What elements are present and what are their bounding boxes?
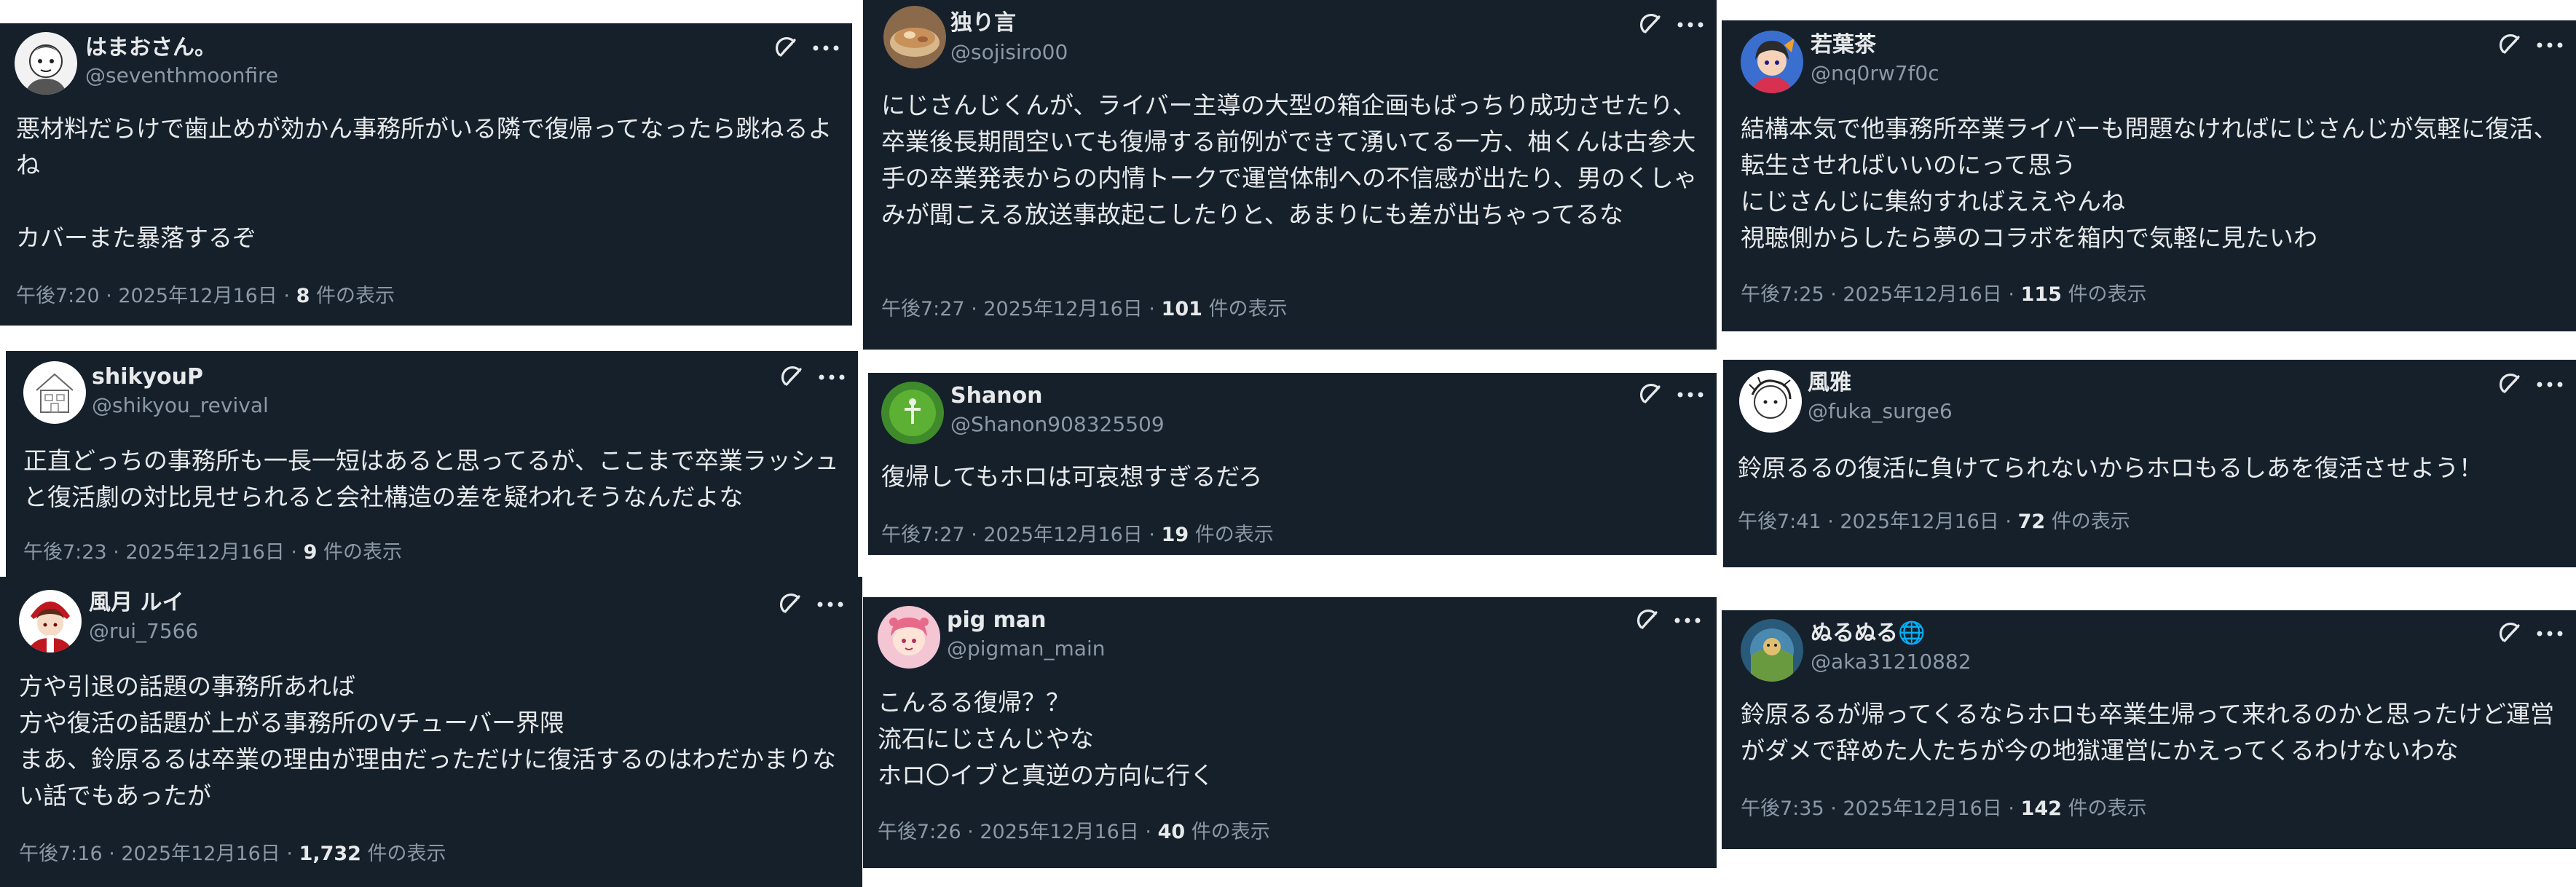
- more-options-icon[interactable]: [1671, 606, 1703, 635]
- more-options-icon[interactable]: [2534, 619, 2566, 648]
- timestamp[interactable]: 午後7:25 · 2025年12月16日 ·: [1741, 283, 2021, 306]
- more-options-icon[interactable]: [2534, 31, 2566, 60]
- timestamp[interactable]: 午後7:27 · 2025年12月16日 ·: [881, 524, 1162, 546]
- timestamp[interactable]: 午後7:27 · 2025年12月16日 ·: [881, 298, 1162, 320]
- display-name[interactable]: Shanon: [950, 383, 1043, 409]
- display-name[interactable]: 若葉茶: [1811, 32, 1876, 58]
- view-count-label: 件の表示: [310, 285, 395, 307]
- timestamp[interactable]: 午後7:26 · 2025年12月16日 ·: [878, 821, 1158, 843]
- timestamp[interactable]: 午後7:20 · 2025年12月16日 ·: [16, 285, 296, 307]
- display-name[interactable]: 独り言: [950, 10, 1016, 36]
- view-count: 19: [1161, 524, 1189, 546]
- post-card[interactable]: shikyouP @shikyou_revival 正直どっちの事務所も一長一短…: [6, 351, 858, 583]
- display-name[interactable]: ぬるぬる🌐: [1811, 620, 1925, 647]
- more-options-icon[interactable]: [1674, 10, 1706, 39]
- timestamp[interactable]: 午後7:35 · 2025年12月16日 ·: [1741, 797, 2021, 820]
- avatar[interactable]: [1739, 370, 1802, 433]
- display-name[interactable]: 風月 ルイ: [89, 590, 184, 616]
- post-meta: 午後7:20 · 2025年12月16日 · 8 件の表示: [16, 284, 395, 309]
- avatar[interactable]: [1741, 31, 1803, 93]
- display-name[interactable]: shikyouP: [92, 364, 203, 390]
- display-name[interactable]: pig man: [947, 607, 1047, 634]
- post-text: 結構本気で他事務所卒業ライバーも問題なければにじさんじが気軽に復活、転生させれば…: [1741, 114, 2558, 252]
- post-meta: 午後7:41 · 2025年12月16日 · 72 件の表示: [1738, 510, 2130, 535]
- timestamp[interactable]: 午後7:41 · 2025年12月16日 ·: [1738, 510, 2018, 533]
- post-text: にじさんじくんが、ライバー主導の大型の箱企画もばっちり成功させたり、卒業後長期間…: [881, 91, 1698, 229]
- grok-icon[interactable]: [776, 590, 806, 619]
- grok-icon[interactable]: [772, 33, 801, 63]
- view-count: 101: [1161, 298, 1202, 320]
- avatar[interactable]: [878, 606, 940, 669]
- avatar[interactable]: [15, 32, 77, 95]
- view-count: 115: [2020, 283, 2062, 306]
- user-handle[interactable]: @seventhmoonfire: [85, 63, 278, 88]
- user-handle[interactable]: @rui_7566: [89, 619, 198, 644]
- avatar[interactable]: [881, 382, 944, 444]
- post-card[interactable]: 風雅 @fuka_surge6 鈴原るるの復活に負けてられないからホロもるしあを…: [1723, 360, 2576, 567]
- post-text: 復帰してもホロは可哀想すぎるだろ: [881, 462, 1263, 491]
- view-count-label: 件の表示: [1202, 298, 1288, 320]
- view-count-label: 件の表示: [361, 843, 446, 865]
- post-card[interactable]: 風月 ルイ @rui_7566 方や引退の話題の事務所あれば 方や復活の話題が上…: [0, 577, 862, 887]
- avatar[interactable]: [1741, 619, 1803, 682]
- grok-icon[interactable]: [1636, 380, 1666, 409]
- user-handle[interactable]: @aka31210882: [1811, 650, 1972, 674]
- post-card[interactable]: pig man @pigman_main こんるる復帰？？ 流石にじさんじやな …: [863, 597, 1717, 868]
- post-meta: 午後7:26 · 2025年12月16日 · 40 件の表示: [878, 820, 1270, 845]
- view-count: 1,732: [299, 843, 361, 865]
- view-count-label: 件の表示: [2045, 510, 2130, 533]
- more-options-icon[interactable]: [814, 590, 846, 619]
- user-handle[interactable]: @shikyou_revival: [92, 393, 269, 418]
- user-handle[interactable]: @sojisiro00: [950, 40, 1068, 65]
- view-count: 9: [303, 541, 318, 564]
- post-text: 方や引退の話題の事務所あれば 方や復活の話題が上がる事務所のVチューバー界隈 ま…: [19, 672, 836, 810]
- post-card[interactable]: 独り言 @sojisiro00 にじさんじくんが、ライバー主導の大型の箱企画もば…: [863, 0, 1717, 350]
- view-count-label: 件の表示: [2061, 283, 2147, 306]
- post-text: 正直どっちの事務所も一長一短はあると思ってるが、ここまで卒業ラッシュと復活劇の対…: [23, 446, 839, 511]
- post-meta: 午後7:25 · 2025年12月16日 · 115 件の表示: [1741, 283, 2147, 307]
- timestamp[interactable]: 午後7:16 · 2025年12月16日 ·: [19, 843, 299, 865]
- view-count-label: 件の表示: [1189, 524, 1274, 546]
- grok-icon[interactable]: [778, 363, 807, 392]
- user-handle[interactable]: @nq0rw7f0c: [1811, 61, 1939, 86]
- grok-icon[interactable]: [2496, 619, 2525, 648]
- grok-icon[interactable]: [2496, 370, 2525, 399]
- post-meta: 午後7:35 · 2025年12月16日 · 142 件の表示: [1741, 797, 2147, 821]
- view-count-label: 件の表示: [2061, 797, 2147, 820]
- post-meta: 午後7:27 · 2025年12月16日 · 19 件の表示: [881, 523, 1274, 548]
- timestamp[interactable]: 午後7:23 · 2025年12月16日 ·: [23, 541, 304, 564]
- user-handle[interactable]: @pigman_main: [947, 636, 1105, 661]
- display-name[interactable]: はまおさん。: [85, 35, 216, 61]
- avatar[interactable]: [19, 590, 82, 653]
- post-meta: 午後7:23 · 2025年12月16日 · 9 件の表示: [23, 540, 402, 565]
- post-text: こんるる復帰？？ 流石にじさんじやな ホロ〇イブと真逆の方向に行く: [878, 688, 1214, 789]
- post-text: 悪材料だらけで歯止めが効かん事務所がいる隣で復帰ってなったら跳ねるよね カバーま…: [16, 114, 832, 252]
- view-count: 40: [1157, 821, 1186, 843]
- post-meta: 午後7:27 · 2025年12月16日 · 101 件の表示: [881, 297, 1288, 322]
- grok-icon[interactable]: [2496, 31, 2525, 60]
- view-count-label: 件の表示: [1185, 821, 1270, 843]
- more-options-icon[interactable]: [2534, 370, 2566, 399]
- more-options-icon[interactable]: [1674, 380, 1706, 409]
- display-name[interactable]: 風雅: [1808, 370, 1851, 396]
- post-text: 鈴原るるが帰ってくるならホロも卒業生帰って来れるのかと思ったけど運営がダメで辞め…: [1741, 700, 2555, 765]
- view-count: 142: [2020, 797, 2062, 820]
- more-options-icon[interactable]: [810, 33, 842, 63]
- view-count: 8: [296, 285, 310, 307]
- post-card[interactable]: 若葉茶 @nq0rw7f0c 結構本気で他事務所卒業ライバーも問題なければにじさ…: [1722, 20, 2576, 331]
- post-meta: 午後7:16 · 2025年12月16日 · 1,732 件の表示: [19, 842, 446, 867]
- user-handle[interactable]: @fuka_surge6: [1808, 399, 1953, 424]
- avatar[interactable]: [23, 361, 86, 424]
- post-card[interactable]: ぬるぬる🌐 @aka31210882 鈴原るるが帰ってくるならホロも卒業生帰って…: [1722, 610, 2576, 849]
- more-options-icon[interactable]: [816, 363, 848, 392]
- grok-icon[interactable]: [1636, 10, 1666, 39]
- user-handle[interactable]: @Shanon908325509: [950, 412, 1165, 437]
- post-card[interactable]: Shanon @Shanon908325509 復帰してもホロは可哀想すぎるだろ…: [868, 373, 1717, 555]
- avatar[interactable]: [883, 6, 946, 68]
- grok-icon[interactable]: [1634, 606, 1663, 635]
- post-text: 鈴原るるの復活に負けてられないからホロもるしあを復活させよう！: [1738, 454, 2483, 482]
- post-card[interactable]: はまおさん。 @seventhmoonfire 悪材料だらけで歯止めが効かん事務…: [0, 23, 852, 326]
- view-count-label: 件の表示: [317, 541, 402, 564]
- view-count: 72: [2017, 510, 2046, 533]
